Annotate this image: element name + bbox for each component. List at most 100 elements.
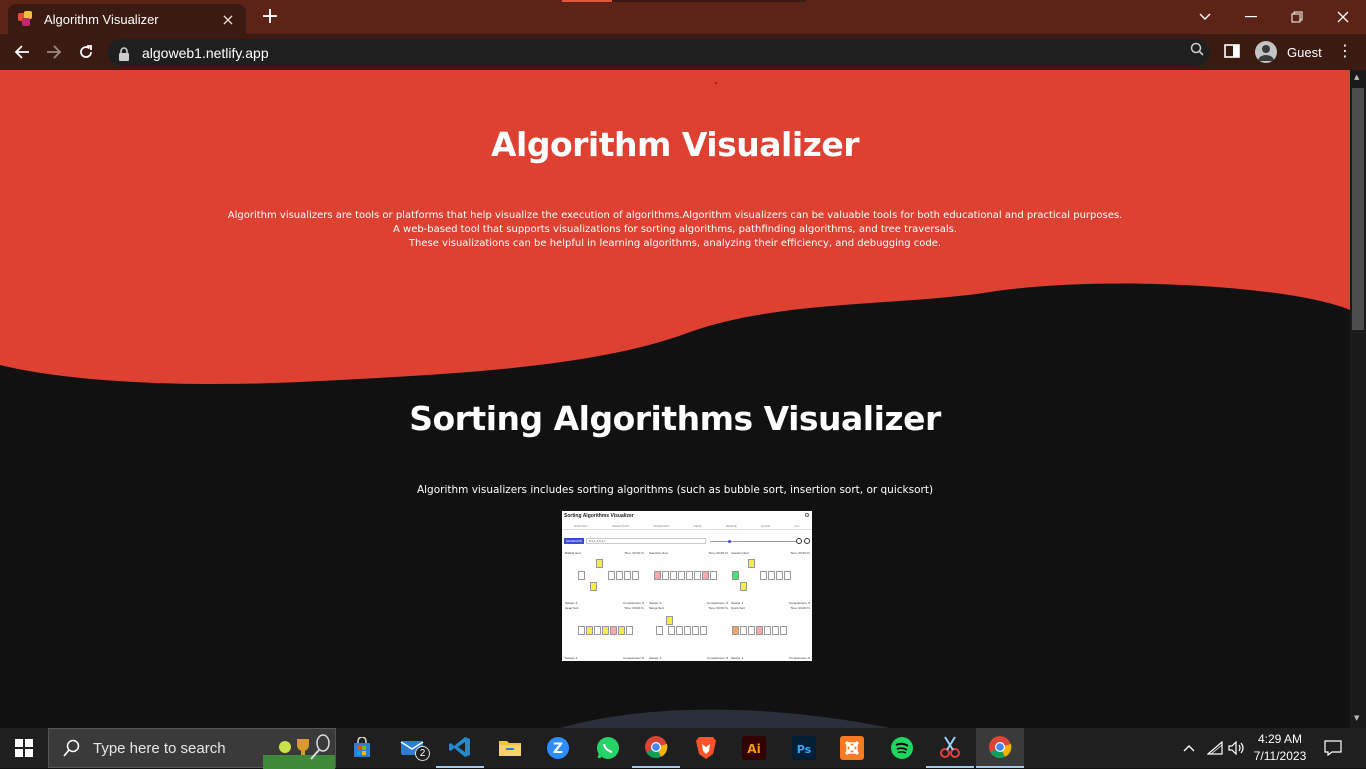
- sorting-section-title: Sorting Algorithms Visualizer: [409, 399, 941, 438]
- preview-reset-icon: [804, 538, 810, 544]
- forward-icon[interactable]: [38, 34, 70, 70]
- taskbar-clock[interactable]: 4:29 AM 7/11/2023: [1248, 731, 1312, 765]
- volume-icon[interactable]: [1228, 728, 1246, 768]
- page-viewport: Algorithm Visualizer Algorithm visualize…: [0, 70, 1350, 728]
- lock-icon[interactable]: [118, 46, 132, 61]
- preview-panel: Bubble Sort Time: 00:00:7s Swaps: 6 Comp…: [564, 551, 646, 605]
- spotify-icon[interactable]: [878, 728, 926, 768]
- tab-title: Algorithm Visualizer: [44, 11, 159, 27]
- panel-comparisons: Comparisons: 8: [706, 601, 728, 605]
- hero-title: Algorithm Visualizer: [490, 125, 860, 164]
- browser-menu-icon[interactable]: ⋮: [1336, 41, 1354, 60]
- minimize-icon[interactable]: [1228, 0, 1274, 34]
- panel-swaps: Swaps: 6: [565, 656, 578, 660]
- preview-tab: MERGE: [725, 523, 737, 528]
- site-favicon-icon: [18, 11, 34, 27]
- xampp-icon[interactable]: [828, 728, 876, 768]
- taskbar-search-box[interactable]: Type here to search: [48, 728, 336, 769]
- panel-comparisons: Comparisons: 8: [788, 601, 810, 605]
- scroll-up-arrow-icon[interactable]: ▲: [1354, 73, 1359, 81]
- preview-tabs: SORTING SELECTION INSERTION HEAP MERGE Q…: [562, 522, 812, 530]
- scrollbar-thumb[interactable]: [1352, 88, 1364, 330]
- preview-title: Sorting Algorithms Visualizer: [564, 513, 634, 519]
- windows-start-icon[interactable]: [0, 728, 48, 768]
- mail-icon[interactable]: 2: [388, 728, 436, 768]
- tab-strip: Algorithm Visualizer × +: [0, 0, 1366, 34]
- panel-swaps: Swaps: 3: [731, 656, 744, 660]
- hero-description: Algorithm visualizers are tools or platf…: [0, 209, 1350, 251]
- browser-toolbar: algoweb1.netlify.app Guest ⋮: [0, 34, 1366, 70]
- chrome-active-window-icon[interactable]: [976, 728, 1024, 768]
- preview-tab: SORTING: [574, 523, 588, 528]
- panel-swaps: Swaps: 6: [565, 601, 578, 605]
- microsoft-store-icon[interactable]: [338, 728, 386, 768]
- panel-time: Time: 00:00:7s: [708, 606, 728, 610]
- search-placeholder: Type here to search: [93, 739, 226, 757]
- panel-name: Bubble Sort: [565, 551, 581, 555]
- panel-swaps: Swaps: 6: [649, 601, 662, 605]
- tab-close-icon[interactable]: ×: [220, 10, 236, 29]
- panel-swaps: Swaps: 4: [731, 601, 744, 605]
- panel-comparisons: Comparisons: 8: [622, 601, 644, 605]
- url-text[interactable]: algoweb1.netlify.app: [142, 45, 269, 61]
- hero-description-line: These visualizations can be helpful in l…: [408, 238, 942, 249]
- preview-panel: Merge Sort Time: 00:00:7s Swaps: 4 Compa…: [648, 606, 730, 660]
- panel-name: Merge Sort: [649, 606, 664, 610]
- preview-play-icon: [796, 538, 802, 544]
- zoom-icon[interactable]: Z: [534, 728, 582, 768]
- close-window-icon[interactable]: [1320, 0, 1366, 34]
- panel-time: Time: 00:00:7s: [790, 606, 810, 610]
- panel-name: Heap Sort: [565, 606, 579, 610]
- preview-tab: SELECTION: [611, 523, 629, 528]
- illustrator-icon[interactable]: Ai: [730, 728, 778, 768]
- show-hidden-icons-icon[interactable]: [1180, 728, 1198, 768]
- preview-tab: QUICK: [760, 523, 771, 528]
- page-scrollbar[interactable]: ▲ ▼: [1350, 70, 1366, 728]
- address-bar[interactable]: algoweb1.netlify.app: [108, 39, 1210, 66]
- file-explorer-icon[interactable]: [486, 728, 534, 768]
- scroll-down-arrow-icon[interactable]: ▼: [1354, 714, 1359, 722]
- svg-text:Ps: Ps: [797, 743, 812, 756]
- preview-help-icon: [805, 513, 809, 517]
- preview-tab: HEAP: [693, 523, 702, 528]
- tab-strip-indicator: [562, 0, 806, 2]
- panel-name: Selection Sort: [649, 551, 668, 555]
- preview-tab: INSERTION: [652, 523, 670, 528]
- search-highlight-tennis-icon: [263, 734, 335, 769]
- profile-button[interactable]: Guest: [1252, 39, 1330, 65]
- restore-icon[interactable]: [1274, 0, 1320, 34]
- clock-date: 7/11/2023: [1253, 749, 1307, 763]
- preview-panel: Heap Sort Time: 00:00:7s Swaps: 6 Compar…: [564, 606, 646, 660]
- search-icon: [63, 739, 80, 757]
- snipping-tool-icon[interactable]: [926, 728, 974, 768]
- browser-tab-active[interactable]: Algorithm Visualizer ×: [8, 4, 246, 34]
- panel-name: Insertion Sort: [731, 551, 749, 555]
- preview-tab: ALL: [794, 523, 800, 528]
- reload-icon[interactable]: [70, 34, 102, 70]
- photoshop-icon[interactable]: Ps: [780, 728, 828, 768]
- panel-comparisons: Comparisons: 8: [706, 656, 728, 660]
- vscode-icon[interactable]: [436, 728, 484, 768]
- side-panel-icon[interactable]: [1224, 43, 1242, 61]
- new-tab-button[interactable]: +: [259, 5, 281, 29]
- preview-generate-button: GENERATE: [564, 538, 584, 544]
- hero-description-line: A web-based tool that supports visualiza…: [393, 224, 957, 235]
- windows-taskbar: Type here to search 2 Z Ai Ps 4:29 AM 7/…: [0, 728, 1366, 769]
- panel-time: Time: 00:00:7s: [708, 551, 728, 555]
- profile-name: Guest: [1287, 44, 1322, 60]
- whatsapp-icon[interactable]: [584, 728, 632, 768]
- zoom-search-icon[interactable]: [1190, 42, 1204, 60]
- preview-panel: Quick Sort Time: 00:00:7s Swaps: 3 Compa…: [730, 606, 812, 660]
- notifications-icon[interactable]: [1322, 728, 1344, 768]
- chrome-icon[interactable]: [632, 728, 680, 768]
- panel-time: Time: 00:00:7s: [624, 606, 644, 610]
- back-icon[interactable]: [6, 34, 38, 70]
- svg-text:Ai: Ai: [747, 742, 760, 756]
- network-icon[interactable]: [1206, 728, 1224, 768]
- panel-swaps: Swaps: 4: [649, 656, 662, 660]
- hero-section: Algorithm Visualizer Algorithm visualize…: [0, 70, 1350, 400]
- mail-badge: 2: [415, 746, 430, 761]
- tab-search-dropdown-icon[interactable]: [1182, 0, 1228, 34]
- section-wave-decoration: [560, 709, 890, 728]
- brave-icon[interactable]: [682, 728, 730, 768]
